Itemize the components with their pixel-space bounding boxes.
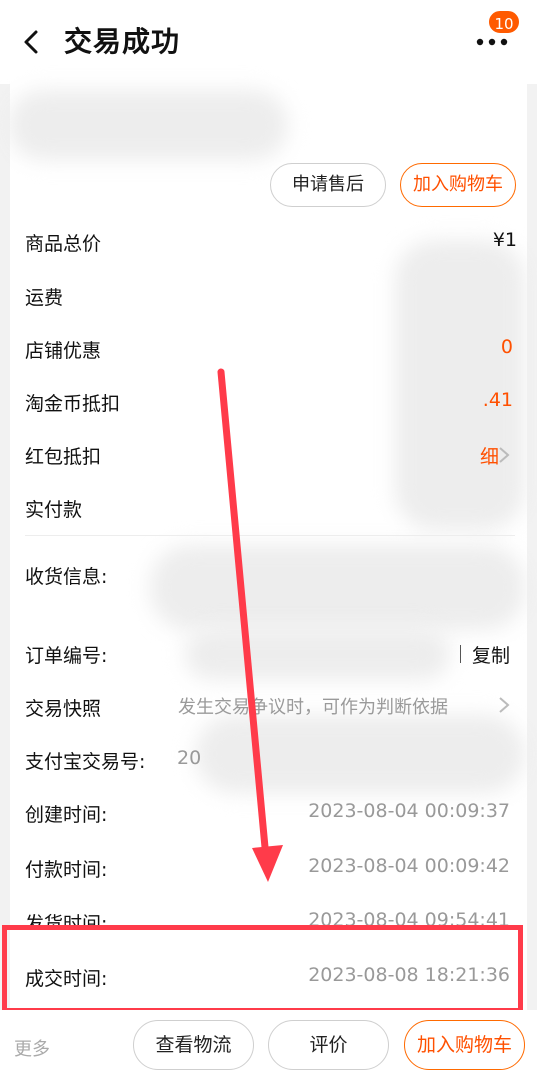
section-divider	[25, 535, 515, 536]
receiver-label: 收货信息:	[25, 566, 108, 588]
paid-time-label: 付款时间:	[25, 859, 108, 881]
back-arrow-icon[interactable]	[18, 26, 46, 58]
price-row-label-red-packet: 红包抵扣	[25, 446, 102, 468]
price-row-value-coins: .41	[482, 389, 513, 411]
review-button[interactable]: 评价	[268, 1020, 389, 1070]
copy-separator	[460, 645, 461, 663]
page-title: 交易成功	[64, 25, 181, 58]
redacted-price-column	[395, 240, 525, 530]
redacted-address	[150, 545, 525, 630]
more-actions-link[interactable]: 更多	[14, 1035, 50, 1061]
message-count-badge: 10	[487, 9, 521, 35]
add-to-cart-button-top[interactable]: 加入购物车	[400, 163, 516, 207]
price-row-label-shop-discount: 店铺优惠	[25, 340, 102, 362]
price-row-value-total: ¥1	[492, 229, 517, 251]
snapshot-hint[interactable]: 发生交易争议时，可作为判断依据	[178, 693, 448, 719]
add-to-cart-button-bottom[interactable]: 加入购物车	[404, 1020, 525, 1070]
redacted-alipay-number	[195, 715, 525, 793]
chevron-right-icon[interactable]	[498, 446, 510, 464]
price-row-label-total: 商品总价	[25, 233, 102, 255]
copy-order-number-button[interactable]: 复制	[472, 641, 510, 668]
created-time-label: 创建时间:	[25, 804, 108, 826]
apply-after-sale-button[interactable]: 申请售后	[270, 163, 386, 207]
paid-time-value: 2023-08-04 00:09:42	[308, 855, 510, 877]
top-nav-bar: 交易成功 10	[0, 0, 537, 84]
view-logistics-button[interactable]: 查看物流	[133, 1020, 254, 1070]
alipay-trade-no-label: 支付宝交易号:	[25, 751, 146, 773]
price-row-value-shop-discount: 0	[500, 336, 513, 358]
alipay-trade-no-value: 20	[177, 747, 202, 769]
annotation-highlight-box	[2, 925, 523, 1013]
redacted-order-number	[185, 628, 450, 680]
price-row-label-coins: 淘金币抵扣	[25, 393, 121, 415]
chevron-right-icon[interactable]	[498, 696, 510, 714]
created-time-value: 2023-08-04 00:09:37	[308, 800, 510, 822]
order-number-label: 订单编号:	[25, 645, 108, 667]
snapshot-label[interactable]: 交易快照	[25, 694, 101, 721]
redacted-product-info	[8, 90, 288, 160]
price-row-label-paid: 实付款	[25, 499, 83, 521]
price-row-label-shipping: 运费	[25, 287, 64, 309]
price-row-value-red-packet[interactable]: 细	[480, 442, 499, 469]
